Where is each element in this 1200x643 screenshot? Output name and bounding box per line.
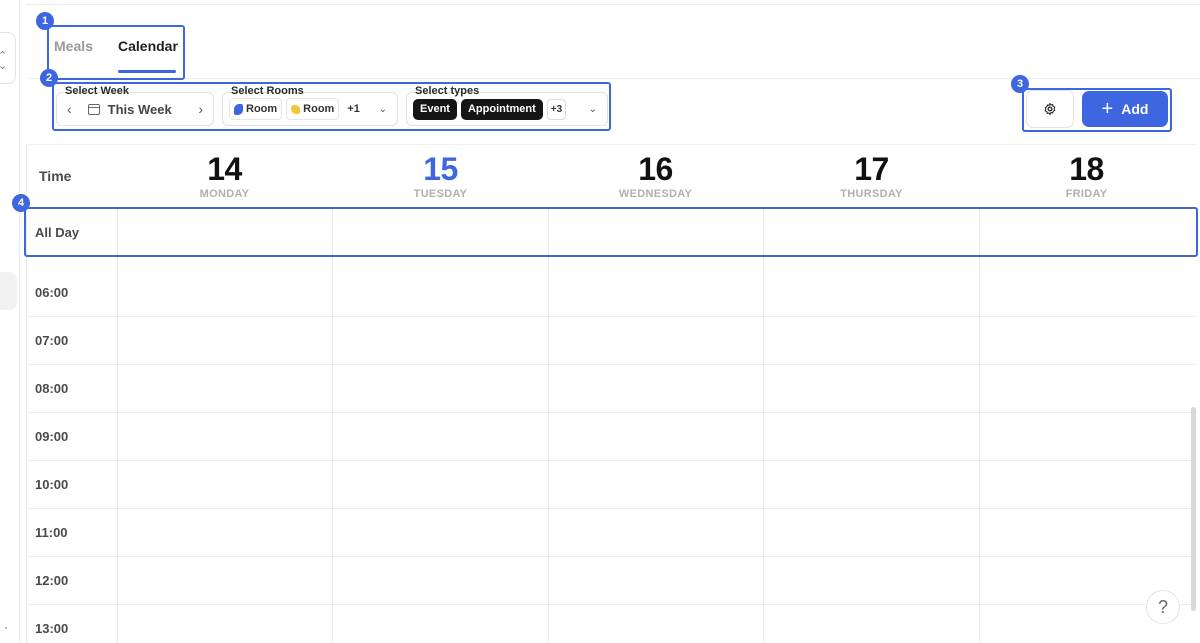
add-button-label: Add [1121, 101, 1149, 117]
hour-row[interactable]: 13:00 [27, 605, 1197, 643]
tab-meals[interactable]: Meals [52, 28, 118, 76]
help-button[interactable]: ? [1146, 590, 1180, 624]
day-name: WEDNESDAY [618, 188, 693, 200]
week-filter: ‹ This Week › Select Week [56, 84, 214, 126]
chevron-down-icon[interactable]: ⌄ [585, 104, 601, 115]
types-filter-label: Select types [415, 85, 480, 97]
calendar-scrollbar[interactable] [1191, 407, 1196, 611]
hour-label: 08:00 [35, 381, 69, 396]
hour-label: 06:00 [35, 285, 69, 300]
day-number: 17 [854, 151, 889, 187]
hour-row[interactable]: 12:00 [27, 557, 1197, 605]
workspace-switcher[interactable]: ⌃ ⌄ [0, 32, 16, 84]
day-header-friday[interactable]: 18 FRIDAY [979, 145, 1194, 207]
day-number: 16 [638, 151, 673, 187]
annotation-marker: 3 [1011, 75, 1029, 93]
day-name: FRIDAY [1065, 188, 1108, 200]
sidebar-dot-icon: · [4, 620, 8, 634]
hour-label: 10:00 [35, 477, 69, 492]
rooms-filter-label: Select Rooms [231, 85, 304, 97]
day-header-wednesday[interactable]: 16 WEDNESDAY [548, 145, 763, 207]
column-divider [332, 207, 333, 643]
chevron-left-icon[interactable]: ‹ [67, 101, 72, 117]
week-calendar: Time 14 MONDAY 15 TUESDAY 16 WEDNESDAY 1… [26, 144, 1197, 643]
hour-label: 11:00 [35, 525, 68, 540]
day-header-monday[interactable]: 14 MONDAY [117, 145, 332, 207]
hour-row[interactable]: 07:00 [27, 317, 1197, 365]
day-name: THURSDAY [840, 188, 903, 200]
column-divider [763, 207, 764, 643]
rooms-filter: Room Room +1 ⌄ Select Rooms [222, 84, 398, 126]
sidebar-active-item[interactable] [0, 272, 17, 310]
type-chip-appointment: Appointment [460, 98, 543, 120]
plus-icon: + [1101, 98, 1114, 120]
view-tabs: Meals Calendar [52, 28, 182, 76]
column-divider [979, 207, 980, 643]
column-divider [548, 207, 549, 643]
all-day-label: All Day [35, 225, 80, 240]
day-header-thursday[interactable]: 17 THURSDAY [764, 145, 979, 207]
hour-row[interactable]: 10:00 [27, 461, 1197, 509]
hour-row[interactable]: 09:00 [27, 413, 1197, 461]
day-name: TUESDAY [413, 188, 468, 200]
calendar-icon [87, 103, 100, 115]
week-selector[interactable]: ‹ This Week › [56, 92, 214, 126]
top-divider [26, 4, 1200, 5]
week-filter-label: Select Week [65, 85, 130, 97]
sidebar-edge: ⌃ ⌄ · [0, 0, 20, 643]
day-name: MONDAY [199, 188, 250, 200]
all-day-row[interactable]: All Day [27, 207, 1197, 257]
hour-label: 09:00 [35, 429, 69, 444]
time-column-header: Time [39, 168, 72, 184]
rooms-more-count: +1 [347, 103, 360, 115]
chevron-down-icon[interactable]: ⌄ [375, 104, 391, 115]
hour-label: 12:00 [35, 573, 69, 588]
hour-row[interactable]: 08:00 [27, 365, 1197, 413]
chevron-right-icon[interactable]: › [198, 101, 203, 117]
type-chip-event: Event [413, 98, 457, 120]
day-number: 15 [423, 151, 458, 187]
types-more-count: +3 [546, 98, 567, 120]
room-chip: Room [286, 98, 340, 120]
annotation-marker: 2 [40, 69, 58, 87]
gear-icon [1044, 102, 1056, 116]
day-number: 18 [1069, 151, 1104, 187]
types-select[interactable]: Event Appointment +3 ⌄ [406, 92, 608, 126]
annotation-marker: 1 [36, 12, 54, 30]
day-header-tuesday[interactable]: 15 TUESDAY [333, 145, 548, 207]
types-filter: Event Appointment +3 ⌄ Select types [406, 84, 608, 126]
hour-label: 07:00 [35, 333, 69, 348]
week-value: This Week [107, 101, 172, 117]
add-button[interactable]: + Add [1082, 91, 1168, 127]
header-actions: + Add [1026, 90, 1168, 128]
settings-button[interactable] [1026, 90, 1074, 128]
annotation-marker: 4 [12, 194, 30, 212]
hour-row[interactable]: 06:00 [27, 269, 1197, 317]
hour-label: 13:00 [35, 621, 69, 636]
rooms-select[interactable]: Room Room +1 ⌄ [222, 92, 398, 126]
calendar-header: Time 14 MONDAY 15 TUESDAY 16 WEDNESDAY 1… [27, 145, 1197, 207]
filter-bar: ‹ This Week › Select Week Room Room +1 ⌄… [56, 84, 608, 130]
column-divider [117, 207, 118, 643]
room-emoji-icon [234, 103, 243, 115]
day-number: 14 [207, 151, 242, 187]
chevron-up-down-icon: ⌃ ⌄ [0, 50, 8, 72]
room-emoji-icon [291, 104, 301, 114]
room-chip: Room [229, 98, 283, 120]
hour-row[interactable]: 11:00 [27, 509, 1197, 557]
tab-calendar[interactable]: Calendar [118, 28, 182, 76]
